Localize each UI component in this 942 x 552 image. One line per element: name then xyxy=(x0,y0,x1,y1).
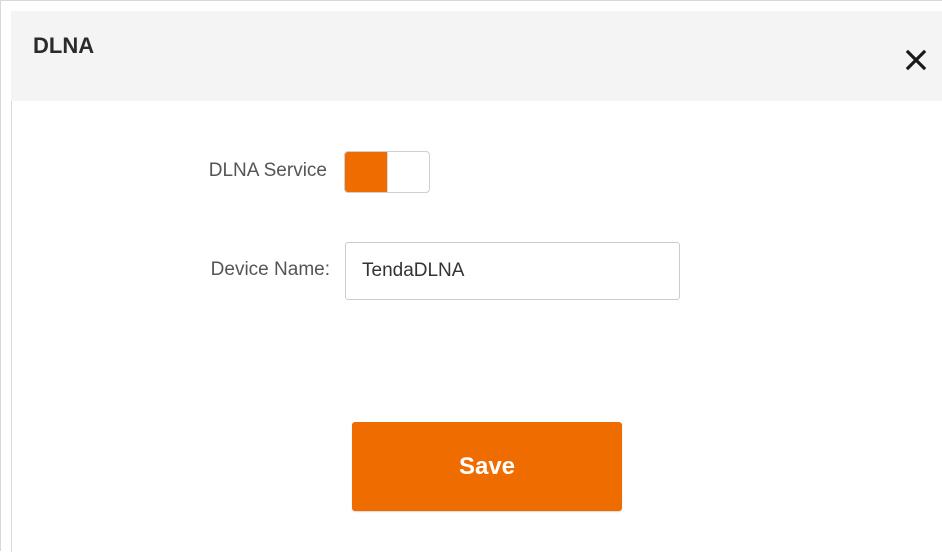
close-icon xyxy=(905,49,927,71)
dialog-header: DLNA xyxy=(11,11,942,101)
toggle-knob xyxy=(387,152,429,192)
close-button[interactable] xyxy=(903,47,929,73)
dialog-left-border xyxy=(11,101,12,552)
dlna-service-label: DLNA Service xyxy=(208,160,327,181)
save-button[interactable]: Save xyxy=(352,422,622,511)
dlna-dialog: DLNA DLNA Service Device Name: Save xyxy=(0,0,942,552)
device-name-label: Device Name: xyxy=(210,259,330,280)
dialog-title: DLNA xyxy=(33,33,95,58)
device-name-input[interactable] xyxy=(345,242,680,300)
toggle-on-fill xyxy=(345,152,387,192)
dlna-service-toggle[interactable] xyxy=(344,151,430,193)
